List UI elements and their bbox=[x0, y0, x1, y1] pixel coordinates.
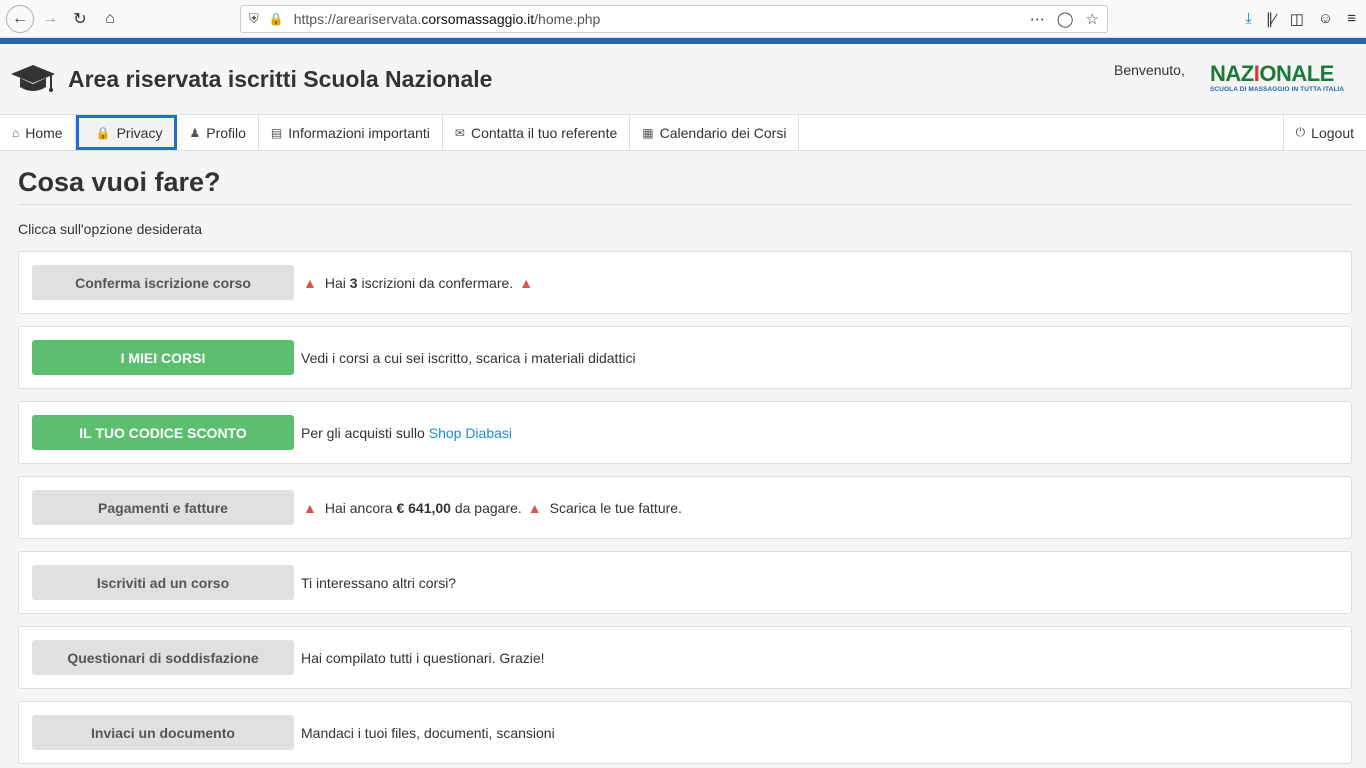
nazionale-logo[interactable]: NAZIONALE SCUOLA DI MASSAGGIO IN TUTTA I… bbox=[1210, 62, 1352, 94]
option-description: ▲ Hai 3 iscrizioni da confermare. ▲ bbox=[303, 274, 534, 291]
warning-icon: ▲ bbox=[519, 274, 534, 291]
shop-diabasi-link[interactable]: Shop Diabasi bbox=[429, 425, 512, 441]
menu-item-calendario[interactable]: ▦ Calendario dei Corsi bbox=[630, 115, 800, 150]
option-pagamenti: Pagamenti e fatture ▲ Hai ancora € 641,0… bbox=[18, 476, 1352, 539]
library-icon[interactable]: ∥⁄ bbox=[1266, 10, 1276, 28]
pagamenti-button[interactable]: Pagamenti e fatture bbox=[32, 490, 294, 525]
option-description: Hai compilato tutti i questionari. Grazi… bbox=[301, 649, 545, 666]
warning-icon: ▲ bbox=[303, 274, 317, 291]
account-icon[interactable]: ☺ bbox=[1318, 10, 1333, 27]
menu-item-info[interactable]: ▤ Informazioni importanti bbox=[259, 115, 443, 150]
option-iscriviti: Iscriviti ad un corso Ti interessano alt… bbox=[18, 551, 1352, 614]
graduation-cap-icon bbox=[11, 65, 55, 92]
warning-icon: ▲ bbox=[527, 499, 542, 516]
option-description: Per gli acquisti sullo Shop Diabasi bbox=[301, 424, 513, 441]
questionari-button[interactable]: Questionari di soddisfazione bbox=[32, 640, 294, 675]
lock-icon: 🔒 bbox=[95, 125, 111, 140]
welcome-text: Benvenuto, bbox=[1114, 62, 1185, 78]
scarica-fatture-text: Scarica le tue fatture. bbox=[549, 499, 682, 516]
browser-toolbar: ← → ↻ ⌂ ⛨ 🔒 https://areariservata.corsom… bbox=[0, 0, 1366, 38]
invia-documento-button[interactable]: Inviaci un documento bbox=[32, 715, 294, 750]
menu-item-logout[interactable]: ⏻ Logout bbox=[1282, 115, 1366, 150]
menu-item-referente[interactable]: ✉ Contatta il tuo referente bbox=[443, 115, 631, 150]
main-menu: ⌂ Home 🔒 Privacy ♟ Profilo ▤ Informazion… bbox=[0, 114, 1366, 151]
option-documento: Inviaci un documento Mandaci i tuoi file… bbox=[18, 701, 1352, 764]
site-title: Area riservata iscritti Scuola Nazionale bbox=[68, 65, 493, 92]
forward-icon[interactable]: → bbox=[36, 5, 64, 33]
main-content: Cosa vuoi fare? Clicca sull'opzione desi… bbox=[0, 151, 1366, 764]
warning-icon: ▲ bbox=[303, 499, 317, 516]
user-icon: ♟ bbox=[189, 125, 201, 140]
codice-sconto-button[interactable]: IL TUO CODICE SCONTO bbox=[32, 415, 294, 450]
pocket-icon[interactable]: ◯ bbox=[1057, 10, 1074, 28]
envelope-icon: ✉ bbox=[454, 125, 465, 140]
home-icon: ⌂ bbox=[12, 125, 20, 140]
back-icon[interactable]: ← bbox=[6, 4, 34, 33]
home-icon[interactable]: ⌂ bbox=[96, 5, 124, 33]
menu-item-home[interactable]: ⌂ Home bbox=[0, 115, 76, 150]
option-sconto: IL TUO CODICE SCONTO Per gli acquisti su… bbox=[18, 401, 1352, 464]
bookmark-star-icon[interactable]: ☆ bbox=[1086, 10, 1099, 28]
book-icon: ▤ bbox=[270, 125, 283, 140]
option-corsi: I MIEI CORSI Vedi i corsi a cui sei iscr… bbox=[18, 326, 1352, 389]
menu-item-privacy[interactable]: 🔒 Privacy bbox=[75, 115, 178, 150]
option-description: Ti interessano altri corsi? bbox=[301, 574, 457, 591]
lock-icon: 🔒 bbox=[268, 12, 284, 26]
shield-icon: ⛨ bbox=[249, 11, 259, 26]
page-actions-icon[interactable]: ⋯ bbox=[1030, 10, 1045, 28]
conferma-iscrizione-button[interactable]: Conferma iscrizione corso bbox=[32, 265, 294, 300]
url-bar[interactable]: ⛨ 🔒 https://areariservata.corsomassaggio… bbox=[240, 5, 1108, 33]
iscriviti-button[interactable]: Iscriviti ad un corso bbox=[32, 565, 294, 600]
option-description: Mandaci i tuoi files, documenti, scansio… bbox=[301, 724, 555, 741]
sidebar-icon[interactable]: ◫ bbox=[1290, 10, 1304, 28]
instructions: Clicca sull'opzione desiderata bbox=[18, 221, 202, 237]
option-description: Vedi i corsi a cui sei iscritto, scarica… bbox=[301, 349, 636, 366]
download-icon[interactable]: ⤓ bbox=[1245, 10, 1252, 27]
reload-icon[interactable]: ↻ bbox=[66, 5, 94, 33]
menu-item-profilo[interactable]: ♟ Profilo bbox=[177, 115, 259, 150]
site-header: Area riservata iscritti Scuola Nazionale… bbox=[0, 44, 1366, 114]
calendar-icon: ▦ bbox=[642, 125, 654, 140]
url-text: https://areariservata.corsomassaggio.it/… bbox=[293, 11, 601, 27]
page-title: Cosa vuoi fare? bbox=[18, 151, 1352, 205]
option-conferma: Conferma iscrizione corso ▲ Hai 3 iscriz… bbox=[18, 251, 1352, 314]
option-questionari: Questionari di soddisfazione Hai compila… bbox=[18, 626, 1352, 689]
option-description: ▲ Hai ancora € 641,00 da pagare. ▲ Scari… bbox=[303, 499, 682, 516]
power-icon: ⏻ bbox=[1295, 125, 1306, 139]
menu-icon[interactable]: ≡ bbox=[1347, 10, 1356, 27]
miei-corsi-button[interactable]: I MIEI CORSI bbox=[32, 340, 294, 375]
